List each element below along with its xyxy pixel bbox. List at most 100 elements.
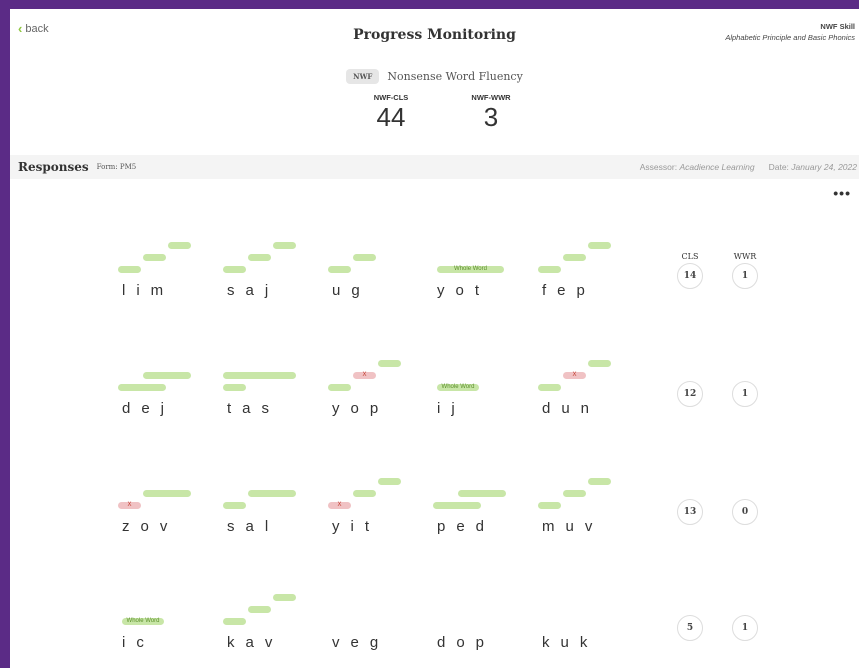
error-mark: X [362, 372, 367, 378]
word-letters: sal [227, 518, 280, 535]
word-letters: dun [542, 400, 601, 417]
word-letters: fep [542, 282, 596, 299]
app-frame: ‹ back Progress Monitoring NWF Skill Alp… [10, 9, 859, 668]
measure-name: Nonsense Word Fluency [387, 70, 523, 83]
correct-bar [223, 618, 246, 625]
correct-bar [273, 242, 296, 249]
word-letters: ped [437, 518, 496, 535]
date-info: Date: January 24, 2022 [769, 162, 857, 172]
nonsense-word[interactable]: kav [223, 591, 337, 651]
word-letters: veg [332, 634, 390, 651]
whole-word-bar: Whole Word [122, 618, 164, 625]
nonsense-word[interactable]: fep [538, 239, 652, 299]
nonsense-word[interactable]: veg [332, 591, 442, 651]
nonsense-word[interactable]: sal [223, 475, 337, 535]
row-cls-score: 14 [677, 263, 703, 289]
correct-bar [458, 490, 506, 497]
correct-bar [168, 242, 191, 249]
correct-bar [433, 502, 481, 509]
score-wwr: NWF-WWR 3 [451, 93, 531, 132]
nonsense-word[interactable]: yit X [328, 475, 442, 535]
column-header-wwr: WWR [733, 252, 757, 261]
row-cls-score: 5 [677, 615, 703, 641]
word-letters: ij [437, 400, 466, 417]
error-bar: X [353, 372, 376, 379]
word-letters: kuk [542, 634, 599, 651]
correct-bar [143, 490, 191, 497]
row-wwr-score: 1 [732, 263, 758, 289]
word-letters: kav [227, 634, 284, 651]
nonsense-word[interactable]: saj [223, 239, 337, 299]
correct-bar [223, 384, 246, 391]
word-letters: ic [122, 634, 155, 651]
correct-bar [538, 384, 561, 391]
nonsense-word[interactable]: ic Whole Word [122, 591, 232, 651]
row-cls-score: 12 [677, 381, 703, 407]
error-mark: X [337, 502, 342, 508]
error-bar: X [118, 502, 141, 509]
correct-bar [248, 490, 296, 497]
whole-word-bar: Whole Word [437, 266, 504, 273]
nonsense-word[interactable]: muv [538, 475, 652, 535]
correct-bar [118, 384, 166, 391]
word-letters: dop [437, 634, 496, 651]
nonsense-word[interactable]: zov X [118, 475, 232, 535]
more-options-icon[interactable]: ••• [833, 185, 851, 201]
correct-bar [588, 478, 611, 485]
nonsense-word[interactable]: kuk [542, 591, 652, 651]
nonsense-word[interactable]: ij Whole Word [437, 357, 547, 417]
word-letters: dej [122, 400, 176, 417]
nonsense-word[interactable]: yop X [328, 357, 442, 417]
skill-title: NWF Skill [820, 22, 855, 31]
nonsense-word[interactable]: dun X [538, 357, 652, 417]
correct-bar [223, 266, 246, 273]
correct-bar [118, 266, 141, 273]
score-value: 44 [376, 102, 406, 132]
word-letters: yot [437, 282, 491, 299]
responses-header: Responses Form: PM5 Assessor: Acadience … [10, 155, 859, 179]
correct-bar [273, 594, 296, 601]
row-wwr-score: 0 [732, 499, 758, 525]
correct-bar [143, 372, 191, 379]
correct-bar [353, 254, 376, 261]
nonsense-word[interactable]: ped [433, 475, 547, 535]
whole-word-label: Whole Word [441, 384, 475, 390]
row-wwr-score: 1 [732, 381, 758, 407]
correct-bar [353, 490, 376, 497]
error-bar: X [328, 502, 351, 509]
correct-bar [328, 266, 351, 273]
nonsense-word[interactable]: dop [437, 591, 547, 651]
skill-info: NWF Skill Alphabetic Principle and Basic… [715, 21, 855, 43]
error-bar: X [563, 372, 586, 379]
form-label: Form: PM5 [96, 163, 137, 171]
nonsense-word[interactable]: yot Whole Word [437, 239, 547, 299]
word-letters: lim [122, 282, 175, 299]
responses-title: Responses [18, 160, 89, 174]
word-letters: yop [332, 400, 390, 417]
correct-bar [248, 254, 271, 261]
correct-bar [588, 360, 611, 367]
error-mark: X [127, 502, 132, 508]
assessor-name: Acadience Learning [679, 162, 755, 172]
column-header-cls: CLS [681, 252, 699, 261]
correct-bar [223, 372, 296, 379]
word-letters: yit [332, 518, 380, 535]
nonsense-word[interactable]: ug [328, 239, 442, 299]
date-label: Date: [768, 162, 789, 172]
score-value: 3 [483, 102, 499, 132]
correct-bar [538, 266, 561, 273]
score-label: NWF-WWR [471, 93, 511, 102]
correct-bar [248, 606, 271, 613]
measure-header: NWF Nonsense Word Fluency [10, 69, 859, 84]
date-value: January 24, 2022 [791, 162, 857, 172]
nonsense-word[interactable]: lim [118, 239, 232, 299]
nonsense-word[interactable]: dej [118, 357, 232, 417]
measure-badge: NWF [346, 69, 380, 84]
error-mark: X [572, 372, 577, 378]
score-cls: NWF-CLS 44 [351, 93, 431, 132]
correct-bar [538, 502, 561, 509]
skill-subtitle: Alphabetic Principle and Basic Phonics [725, 33, 855, 42]
correct-bar [223, 502, 246, 509]
correct-bar [378, 360, 401, 367]
nonsense-word[interactable]: tas [223, 357, 337, 417]
